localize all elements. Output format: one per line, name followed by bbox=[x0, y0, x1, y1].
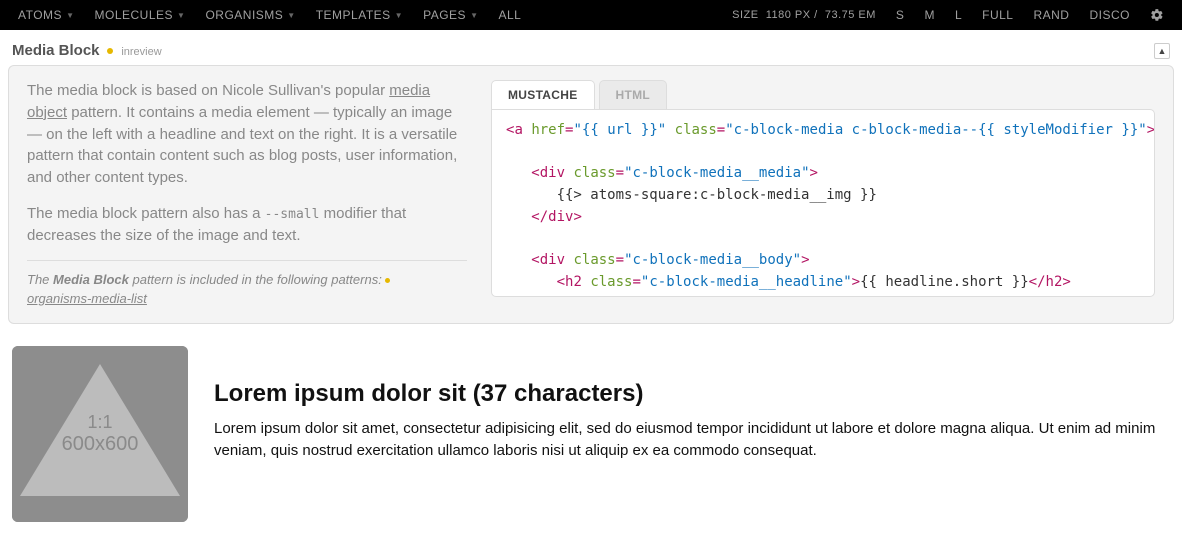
pattern-title: Media Block bbox=[12, 42, 100, 59]
status-dot-icon bbox=[107, 48, 113, 54]
caret-down-icon: ▼ bbox=[287, 11, 295, 20]
settings-button[interactable] bbox=[1140, 0, 1174, 30]
nav-organisms[interactable]: ORGANISMS▼ bbox=[195, 0, 305, 30]
caret-down-icon: ▼ bbox=[177, 11, 185, 20]
size-m[interactable]: M bbox=[914, 0, 945, 30]
example-body: Lorem ipsum dolor sit (37 characters) Lo… bbox=[214, 346, 1170, 462]
code-viewer[interactable]: <a href="{{ url }}" class="c-block-media… bbox=[491, 109, 1155, 297]
size-rand[interactable]: RAND bbox=[1023, 0, 1079, 30]
pattern-status: inreview bbox=[121, 46, 161, 58]
pattern-title-row: Media Block inreview bbox=[12, 42, 162, 59]
pattern-example: 1:1 600x600 Lorem ipsum dolor sit (37 ch… bbox=[0, 324, 1182, 534]
nav-pages[interactable]: PAGES▼ bbox=[413, 0, 488, 30]
collapse-button[interactable]: ▲ bbox=[1154, 43, 1170, 59]
nav-molecules[interactable]: MOLECULES▼ bbox=[84, 0, 195, 30]
description: The media block is based on Nicole Sulli… bbox=[27, 80, 467, 309]
size-full[interactable]: FULL bbox=[972, 0, 1023, 30]
caret-down-icon: ▼ bbox=[470, 11, 478, 20]
example-excerpt: Lorem ipsum dolor sit amet, consectetur … bbox=[214, 418, 1170, 462]
pattern-header: Media Block inreview ▲ bbox=[0, 30, 1182, 65]
nav-templates[interactable]: TEMPLATES▼ bbox=[306, 0, 413, 30]
topbar: ATOMS▼ MOLECULES▼ ORGANISMS▼ TEMPLATES▼ … bbox=[0, 0, 1182, 30]
description-paragraph: The media block pattern also has a --sma… bbox=[27, 203, 467, 247]
nav-all[interactable]: ALL bbox=[488, 0, 531, 30]
gear-icon bbox=[1150, 8, 1164, 22]
svg-text:1:1: 1:1 bbox=[87, 412, 112, 432]
size-l[interactable]: L bbox=[945, 0, 972, 30]
caret-down-icon: ▼ bbox=[66, 11, 74, 20]
code-panel: MUSTACHE HTML <a href="{{ url }}" class=… bbox=[491, 80, 1155, 309]
description-paragraph: The media block is based on Nicole Sulli… bbox=[27, 80, 467, 189]
topbar-nav: ATOMS▼ MOLECULES▼ ORGANISMS▼ TEMPLATES▼ … bbox=[8, 0, 531, 30]
placeholder-image: 1:1 600x600 bbox=[12, 346, 188, 522]
viewport-size: SIZE 1180 PX / 73.75 EM bbox=[722, 0, 886, 30]
topbar-tools: SIZE 1180 PX / 73.75 EM S M L FULL RAND … bbox=[722, 0, 1174, 30]
tab-mustache[interactable]: MUSTACHE bbox=[491, 80, 595, 109]
size-disco[interactable]: DISCO bbox=[1079, 0, 1140, 30]
svg-text:600x600: 600x600 bbox=[62, 433, 139, 455]
example-headline: Lorem ipsum dolor sit (37 characters) bbox=[214, 380, 1170, 408]
divider bbox=[27, 260, 467, 261]
modifier-code: --small bbox=[265, 207, 320, 222]
tab-html[interactable]: HTML bbox=[599, 80, 668, 109]
placeholder-icon: 1:1 600x600 bbox=[12, 346, 188, 522]
code-tabs: MUSTACHE HTML bbox=[491, 80, 1155, 109]
included-pattern-link[interactable]: organisms-media-list bbox=[27, 291, 147, 306]
info-panel: The media block is based on Nicole Sulli… bbox=[8, 65, 1174, 324]
nav-atoms[interactable]: ATOMS▼ bbox=[8, 0, 84, 30]
size-s[interactable]: S bbox=[886, 0, 915, 30]
included-patterns: The Media Block pattern is included in t… bbox=[27, 271, 467, 309]
caret-down-icon: ▼ bbox=[395, 11, 403, 20]
status-dot-icon bbox=[385, 278, 390, 283]
